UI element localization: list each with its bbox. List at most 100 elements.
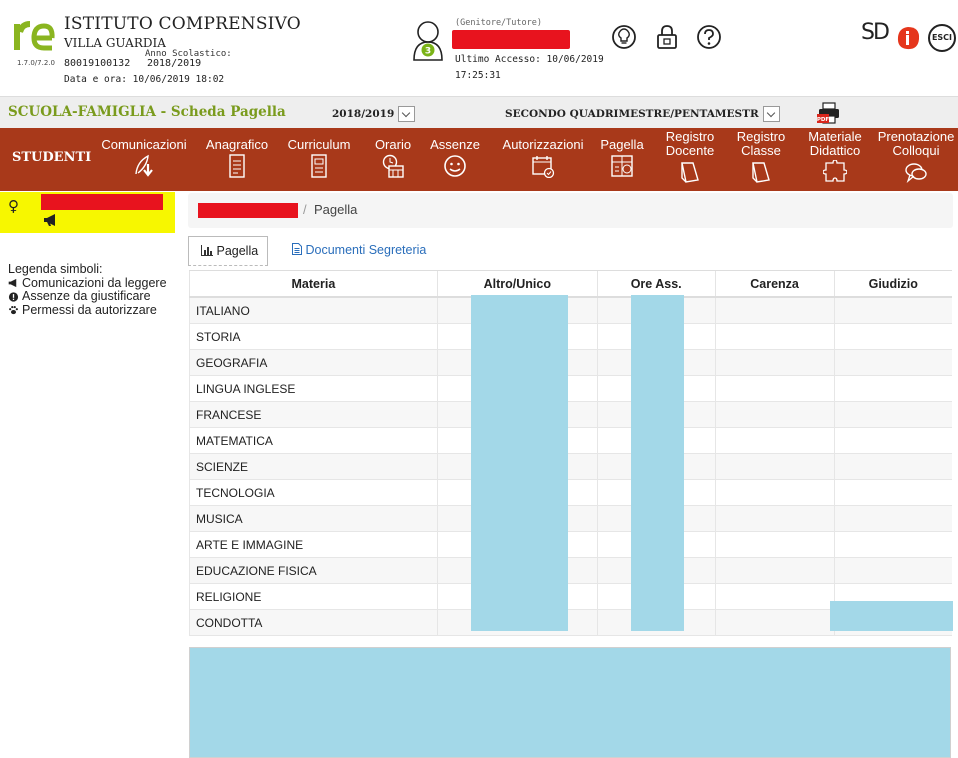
chevron-down-icon[interactable] — [398, 106, 416, 122]
tab-pagella[interactable]: Pagella — [188, 236, 268, 266]
table-row: TECNOLOGIA — [189, 479, 952, 506]
nav-label: Anagrafico — [205, 137, 269, 152]
col-ore-ass: Ore Ass. — [596, 270, 716, 298]
period-select[interactable]: SECONDO QUADRIMESTRE/PENTAMESTR — [505, 106, 780, 122]
redacted-breadcrumb-link[interactable] — [198, 203, 298, 218]
nav-label: Comunicazioni — [101, 137, 187, 152]
version-label: 1.7.0/7.2.0 — [17, 59, 55, 67]
subject-cell: ITALIANO — [189, 297, 438, 324]
nav-assenze[interactable]: Assenze — [426, 128, 484, 191]
subject-cell: MUSICA — [189, 505, 438, 532]
book-icon — [681, 162, 699, 183]
top-header: 1.7.0/7.2.0 ISTITUTO COMPRENSIVO VILLA G… — [0, 0, 958, 96]
last-access-label: Ultimo Accesso: 10/06/2019 — [455, 54, 604, 65]
table-row: FRANCESE — [189, 401, 952, 428]
date-time: Data e ora: 10/06/2019 18:02 — [64, 74, 225, 85]
svg-text:PDF: PDF — [817, 117, 829, 123]
nav-autorizzazioni[interactable]: Autorizzazioni — [494, 128, 592, 191]
breadcrumb: / Pagella — [188, 193, 953, 228]
nav-label-line2: Colloqui — [892, 143, 940, 158]
clock-calendar-icon — [382, 154, 404, 178]
megaphone-icon — [8, 279, 17, 288]
col-giudizio: Giudizio — [833, 270, 952, 298]
document-icon — [229, 154, 245, 178]
female-icon: ♀ — [8, 197, 19, 215]
logout-button[interactable]: ESCI — [928, 24, 956, 52]
legend-item-assenze: Assenze da giustificare — [8, 289, 178, 304]
student-card[interactable]: ♀ — [0, 192, 175, 233]
subject-cell: SCIENZE — [189, 453, 438, 480]
book-icon — [752, 162, 770, 183]
nav-label: Pagella — [600, 137, 644, 152]
subject-cell: GEOGRAFIA — [189, 349, 438, 376]
col-materia: Materia — [189, 270, 438, 298]
list-document-icon — [311, 154, 327, 178]
subject-cell: FRANCESE — [189, 401, 438, 428]
legend-text: Comunicazioni da leggere — [22, 275, 167, 290]
nav-materiale-didattico[interactable]: Materiale Didattico — [800, 128, 870, 191]
user-avatar-icon[interactable]: 3 — [410, 18, 446, 62]
nav-prenotazione-colloqui[interactable]: Prenotazione Colloqui — [874, 128, 958, 191]
nav-orario[interactable]: Orario — [366, 128, 420, 191]
col-altro-unico: Altro/Unico — [436, 270, 598, 298]
nav-label-line2: Docente — [665, 143, 715, 158]
megaphone-icon[interactable] — [43, 213, 59, 227]
period-select-value: SECONDO QUADRIMESTRE/PENTAMESTR — [505, 108, 759, 120]
subject-cell: ARTE E IMMAGINE — [189, 531, 438, 558]
nav-label: Registro — [736, 129, 786, 144]
feather-download-icon — [135, 154, 153, 177]
subject-cell: MATEMATICA — [189, 427, 438, 454]
breadcrumb-separator: / — [303, 202, 307, 217]
masked-absences-column — [631, 295, 684, 631]
nav-comunicazioni[interactable]: Comunicazioni — [98, 128, 190, 191]
masked-grades-column — [471, 295, 568, 631]
nav-label: Curriculum — [287, 137, 351, 152]
tab-documenti-segreteria[interactable]: Documenti Segreteria — [280, 236, 426, 266]
calendar-check-icon — [532, 156, 555, 178]
notification-count: 3 — [425, 47, 431, 57]
pdf-print-icon[interactable]: PDF — [817, 102, 841, 124]
nav-label: Prenotazione — [877, 129, 955, 144]
nav-curriculum[interactable]: Curriculum — [282, 128, 356, 191]
lock-icon[interactable] — [654, 24, 680, 50]
nav-pagella[interactable]: Pagella — [597, 128, 647, 191]
nav-registro-docente[interactable]: Registro Docente — [656, 128, 724, 191]
table-row: LINGUA INGLESE — [189, 375, 952, 402]
main-nav: STUDENTI Comunicazioni Anagrafico Curric… — [0, 128, 958, 191]
table-row: STORIA — [189, 323, 952, 350]
nav-label-line2: Didattico — [809, 143, 861, 158]
legend-item-comunicazioni: Comunicazioni da leggere — [8, 275, 178, 291]
chevron-down-icon[interactable] — [762, 106, 780, 122]
subject-cell: TECNOLOGIA — [189, 479, 438, 506]
nav-label-line2: Classe — [741, 143, 781, 158]
paw-icon — [9, 306, 18, 315]
user-role: (Genitore/Tutore) — [455, 18, 542, 28]
file-text-icon — [292, 243, 302, 255]
nav-registro-classe[interactable]: Registro Classe — [730, 128, 792, 191]
lightbulb-icon[interactable] — [611, 24, 637, 50]
tab-label: Pagella — [216, 244, 259, 258]
subject-cell: LINGUA INGLESE — [189, 375, 438, 402]
year-select-value: 2018/2019 — [332, 108, 395, 120]
redacted-student-name — [41, 194, 163, 210]
subject-cell: STORIA — [189, 323, 438, 350]
school-year-value: 2018/2019 — [147, 58, 202, 69]
masked-notes-panel — [189, 647, 951, 758]
sd-logo[interactable]: SD — [861, 20, 890, 45]
breadcrumb-current: Pagella — [314, 202, 358, 217]
subject-cell: EDUCAZIONE FISICA — [189, 557, 438, 584]
last-access: Ultimo Accesso: 10/06/2019 17:25:31 — [455, 52, 604, 84]
col-carenza: Carenza — [714, 270, 835, 298]
table-row: MATEMATICA — [189, 427, 952, 454]
subject-cell: RELIGIONE — [189, 583, 438, 610]
masked-conduct-judgement — [830, 601, 953, 631]
year-select[interactable]: 2018/2019 — [332, 106, 416, 122]
institute-title: ISTITUTO COMPRENSIVO — [64, 14, 301, 34]
help-icon[interactable] — [696, 24, 722, 50]
nav-label: Registro — [665, 129, 715, 144]
smiley-icon — [444, 155, 466, 177]
registro-elettronico-logo — [14, 21, 55, 51]
nav-anagrafico[interactable]: Anagrafico — [200, 128, 274, 191]
bar-chart-icon — [201, 245, 213, 256]
table-row: SCIENZE — [189, 453, 952, 480]
